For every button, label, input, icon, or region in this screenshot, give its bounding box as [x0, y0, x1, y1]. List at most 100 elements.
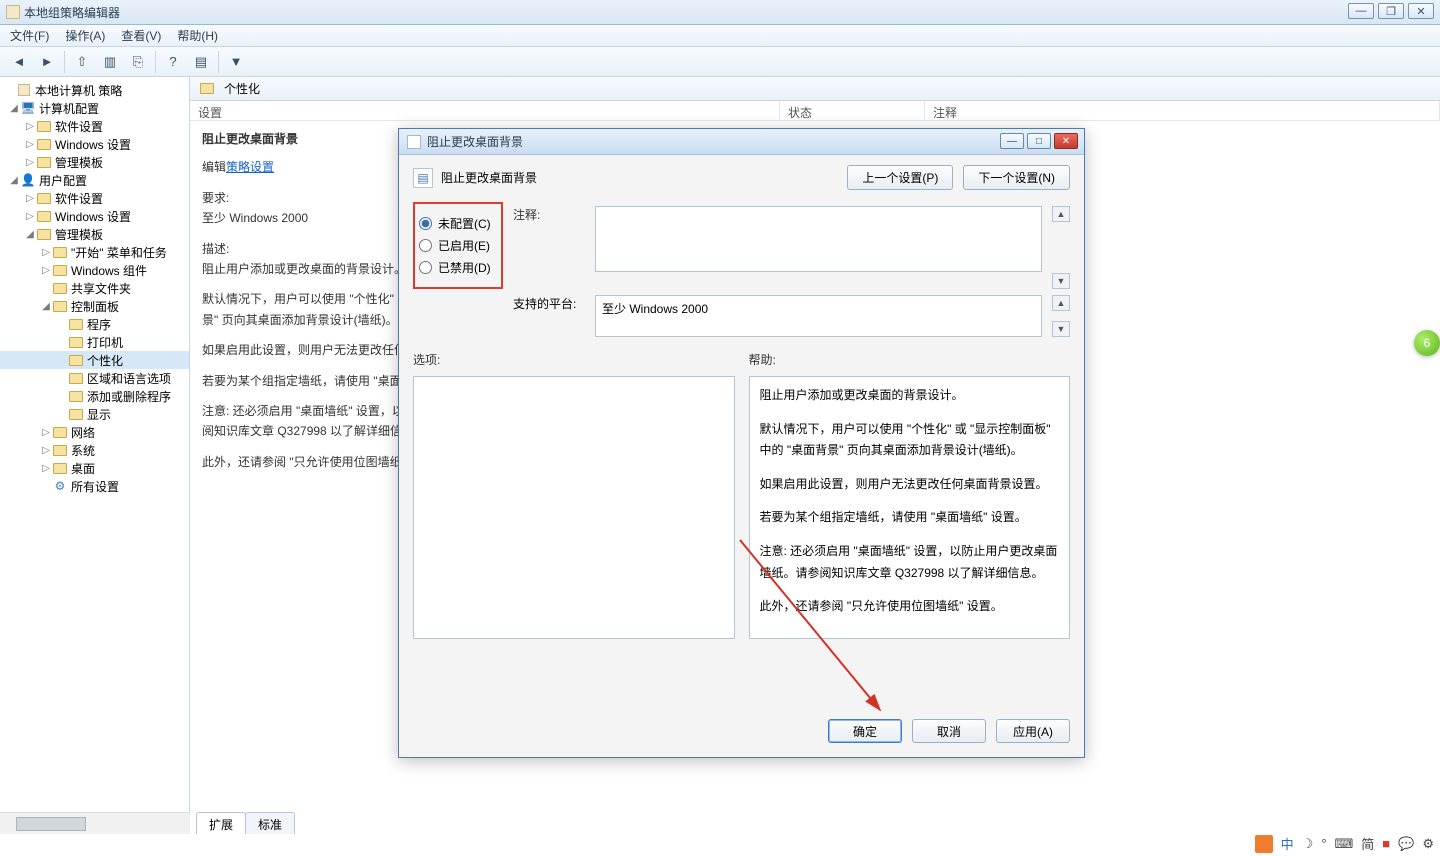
comment-input[interactable]	[595, 206, 1042, 272]
tree-control-panel[interactable]: ◢控制面板	[0, 297, 189, 315]
app-icon	[6, 5, 20, 19]
tab-standard[interactable]: 标准	[245, 812, 295, 834]
tray-camera-icon[interactable]: ■	[1382, 836, 1390, 851]
tab-extended[interactable]: 扩展	[196, 812, 246, 834]
dialog-heading: 阻止更改桌面背景	[441, 169, 537, 186]
scroll-up-icon[interactable]: ▲	[1052, 206, 1070, 222]
apply-button[interactable]: 应用(A)	[996, 719, 1070, 743]
col-comment[interactable]: 注释	[925, 101, 1440, 120]
next-setting-button[interactable]: 下一个设置(N)	[963, 165, 1070, 190]
forward-icon[interactable]: ►	[36, 51, 58, 73]
breadcrumb-label: 个性化	[224, 80, 260, 97]
supported-label: 支持的平台:	[513, 295, 585, 337]
menu-help[interactable]: 帮助(H)	[177, 27, 218, 44]
help-icon[interactable]: ?	[162, 51, 184, 73]
tree-item[interactable]: 打印机	[0, 333, 189, 351]
tray-moon-icon[interactable]: ☽	[1302, 836, 1314, 852]
tree-item[interactable]: ▷网络	[0, 423, 189, 441]
ime-simp[interactable]: 简	[1361, 834, 1374, 853]
dialog-close-button[interactable]: ✕	[1054, 133, 1078, 149]
tree-item[interactable]: ▷软件设置	[0, 189, 189, 207]
tree-item[interactable]: ▷软件设置	[0, 117, 189, 135]
tree-admin-templates[interactable]: ◢管理模板	[0, 225, 189, 243]
minimize-button[interactable]: —	[1348, 3, 1374, 19]
maximize-button[interactable]: ❐	[1378, 3, 1404, 19]
tree-user-config[interactable]: ◢👤用户配置	[0, 171, 189, 189]
menu-action[interactable]: 操作(A)	[65, 27, 105, 44]
scroll-down-icon[interactable]: ▼	[1052, 273, 1070, 289]
options-box	[413, 376, 735, 639]
menubar: 文件(F) 操作(A) 查看(V) 帮助(H)	[0, 25, 1440, 47]
dialog-icon	[407, 135, 421, 149]
comment-label: 注释:	[513, 206, 585, 289]
radio-not-configured[interactable]: 未配置(C)	[419, 215, 497, 232]
list-icon[interactable]: ▥	[99, 51, 121, 73]
scroll-down-icon[interactable]: ▼	[1052, 321, 1070, 337]
tree-item[interactable]: ▷Windows 设置	[0, 135, 189, 153]
up-icon[interactable]: ⇧	[71, 51, 93, 73]
tray-icon[interactable]	[1255, 835, 1273, 853]
computer-icon: 🖥	[20, 101, 36, 115]
tree-item[interactable]: ▷系统	[0, 441, 189, 459]
tray-gear-icon[interactable]: ⚙	[1422, 836, 1434, 852]
back-icon[interactable]: ◄	[8, 51, 30, 73]
bottom-tabs: 扩展 标准	[190, 812, 294, 834]
tree-item[interactable]: 添加或删除程序	[0, 387, 189, 405]
tree-item[interactable]: ▷"开始" 菜单和任务	[0, 243, 189, 261]
filter-icon[interactable]: ▼	[225, 51, 247, 73]
ok-button[interactable]: 确定	[828, 719, 902, 743]
menu-file[interactable]: 文件(F)	[10, 27, 49, 44]
tree-personalization[interactable]: 个性化	[0, 351, 189, 369]
options-label: 选项:	[413, 351, 735, 368]
tree-item[interactable]: ▷桌面	[0, 459, 189, 477]
policy-dialog: 阻止更改桌面背景 — □ ✕ ▤ 阻止更改桌面背景 上一个设置(P) 下一个设置…	[398, 128, 1085, 758]
dialog-maximize-button[interactable]: □	[1027, 133, 1051, 149]
close-button[interactable]: ✕	[1408, 3, 1434, 19]
column-headers: 设置 状态 注释	[190, 101, 1440, 121]
tree-item[interactable]: 显示	[0, 405, 189, 423]
ime-indicator[interactable]: 中	[1281, 834, 1294, 853]
prev-setting-button[interactable]: 上一个设置(P)	[847, 165, 953, 190]
col-setting[interactable]: 设置	[190, 101, 780, 120]
supported-box: 至少 Windows 2000	[595, 295, 1042, 337]
tree-computer-config[interactable]: ◢🖥计算机配置	[0, 99, 189, 117]
tree-item[interactable]: ▷管理模板	[0, 153, 189, 171]
tree-item[interactable]: ▷Windows 组件	[0, 261, 189, 279]
tray-chat-icon[interactable]: 💬	[1398, 836, 1414, 852]
folder-icon	[200, 83, 214, 94]
dialog-minimize-button[interactable]: —	[1000, 133, 1024, 149]
breadcrumb: 个性化	[190, 77, 1440, 101]
dialog-titlebar[interactable]: 阻止更改桌面背景 — □ ✕	[399, 129, 1084, 155]
tray-keyboard-icon[interactable]: ⌨	[1335, 836, 1354, 852]
gear-icon: ⚙	[52, 479, 68, 493]
config-radio-group: 未配置(C) 已启用(E) 已禁用(D)	[413, 202, 503, 289]
tree-pane[interactable]: 本地计算机 策略 ◢🖥计算机配置 ▷软件设置 ▷Windows 设置 ▷管理模板…	[0, 77, 190, 834]
separator	[218, 51, 219, 73]
help-label: 帮助:	[749, 351, 1071, 368]
tree-item[interactable]: ⚙所有设置	[0, 477, 189, 495]
separator	[155, 51, 156, 73]
tree-item[interactable]: 区域和语言选项	[0, 369, 189, 387]
radio-enabled[interactable]: 已启用(E)	[419, 237, 497, 254]
window-titlebar: 本地组策略编辑器 — ❐ ✕	[0, 0, 1440, 25]
tree-item[interactable]: 程序	[0, 315, 189, 333]
cancel-button[interactable]: 取消	[912, 719, 986, 743]
help-box[interactable]: 阻止用户添加或更改桌面的背景设计。 默认情况下，用户可以使用 "个性化" 或 "…	[749, 376, 1071, 639]
user-icon: 👤	[20, 173, 36, 187]
props-icon[interactable]: ▤	[190, 51, 212, 73]
tree-root[interactable]: 本地计算机 策略	[0, 81, 189, 99]
tree-scrollbar[interactable]	[0, 812, 190, 834]
edit-policy-link[interactable]: 策略设置	[226, 160, 274, 174]
scroll-up-icon[interactable]: ▲	[1052, 295, 1070, 311]
export-icon[interactable]: ⎘	[127, 51, 149, 73]
menu-view[interactable]: 查看(V)	[121, 27, 161, 44]
radio-disabled[interactable]: 已禁用(D)	[419, 259, 497, 276]
window-title: 本地组策略编辑器	[24, 4, 120, 21]
tray-weather-icon[interactable]: °	[1321, 836, 1326, 851]
green-badge[interactable]: 6	[1414, 330, 1440, 356]
tree-item[interactable]: 共享文件夹	[0, 279, 189, 297]
tree-item[interactable]: ▷Windows 设置	[0, 207, 189, 225]
col-state[interactable]: 状态	[780, 101, 925, 120]
separator	[64, 51, 65, 73]
toolbar: ◄ ► ⇧ ▥ ⎘ ? ▤ ▼	[0, 47, 1440, 77]
